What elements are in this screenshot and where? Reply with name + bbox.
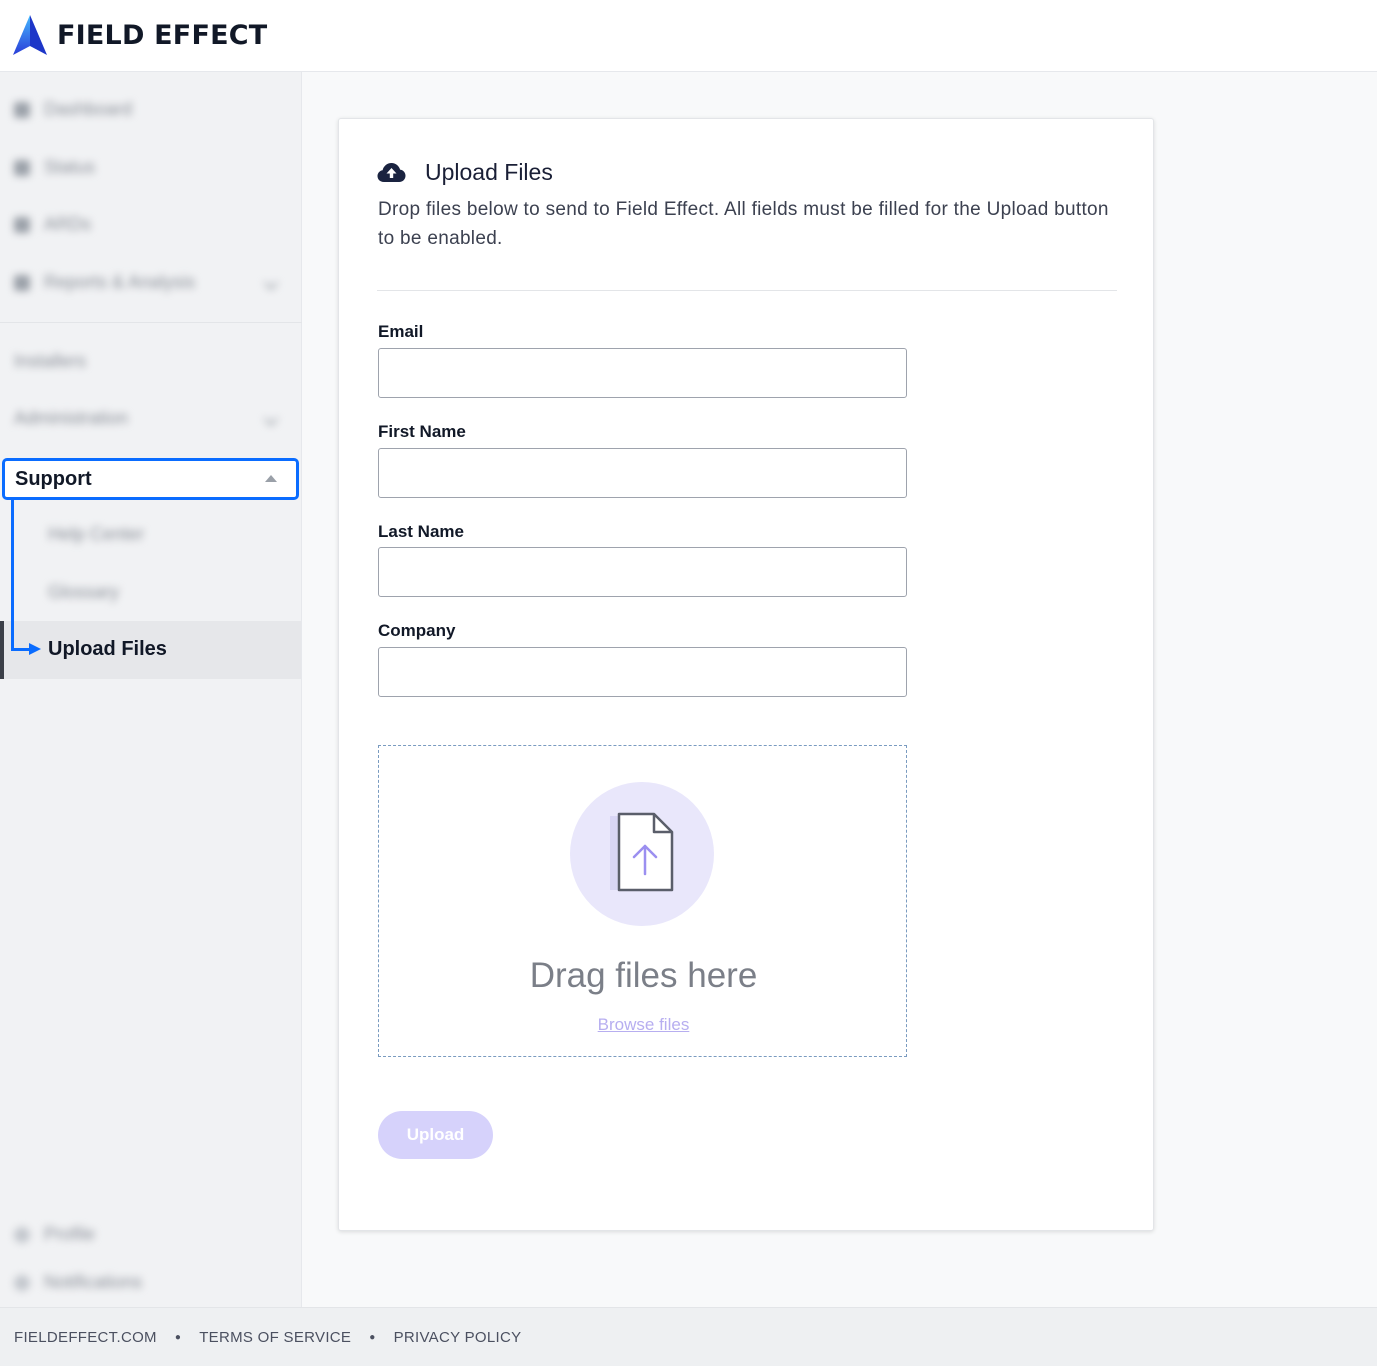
sidebar-item-support[interactable]: Support bbox=[2, 458, 299, 500]
logo-text: FIELD EFFECT bbox=[57, 20, 268, 51]
sidebar-item-status[interactable]: Status bbox=[14, 157, 95, 178]
sidebar-item-label: Dashboard bbox=[44, 99, 133, 119]
sidebar-item-label: Upload Files bbox=[48, 638, 167, 660]
separator-dot: ● bbox=[369, 1331, 376, 1343]
company-label: Company bbox=[378, 621, 456, 640]
email-field[interactable] bbox=[378, 348, 907, 398]
file-dropzone[interactable]: Drag files here Browse files bbox=[378, 745, 907, 1057]
card-header: Upload Files bbox=[377, 159, 553, 186]
sidebar: Dashboard Status ARDs Reports & Analysis… bbox=[0, 72, 302, 1307]
sidebar-item-label: ARDs bbox=[44, 214, 92, 234]
sidebar-item-label: Support bbox=[15, 467, 92, 490]
first-name-label: First Name bbox=[378, 422, 466, 441]
sidebar-item-profile[interactable]: Profile bbox=[14, 1224, 95, 1245]
dropzone-text: Drag files here bbox=[529, 956, 758, 995]
sidebar-item-ards[interactable]: ARDs bbox=[14, 214, 91, 235]
sidebar-item-label: Help Center bbox=[48, 524, 145, 544]
sidebar-item-upload-files[interactable]: Upload Files bbox=[0, 621, 301, 679]
sidebar-item-administration[interactable]: Administration bbox=[14, 408, 279, 429]
sidebar-divider bbox=[0, 322, 302, 323]
file-upload-icon bbox=[610, 812, 674, 892]
upload-button[interactable]: Upload bbox=[378, 1111, 493, 1159]
arrow-right-icon bbox=[29, 643, 41, 655]
sidebar-item-label: Profile bbox=[44, 1224, 96, 1244]
sidebar-item-glossary[interactable]: Glossary bbox=[48, 582, 119, 603]
profile-icon bbox=[14, 1226, 30, 1243]
card-description: Drop files below to send to Field Effect… bbox=[378, 199, 1109, 249]
chevron-down-icon bbox=[263, 275, 279, 290]
sidebar-item-label: Status bbox=[44, 157, 96, 177]
browse-files-link[interactable]: Browse files bbox=[379, 1015, 908, 1035]
sidebar-item-notifications[interactable]: Notifications bbox=[14, 1272, 142, 1293]
chevron-down-icon bbox=[263, 411, 279, 426]
highlight-connector bbox=[11, 500, 14, 651]
sidebar-item-label: Installers bbox=[14, 351, 87, 371]
last-name-field[interactable] bbox=[378, 547, 907, 597]
cloud-upload-icon bbox=[377, 163, 406, 182]
caret-up-icon bbox=[265, 475, 277, 482]
dropzone-illustration bbox=[570, 782, 714, 926]
status-icon bbox=[14, 159, 30, 176]
sidebar-item-label: Administration bbox=[14, 408, 129, 428]
reports-icon bbox=[14, 274, 30, 291]
footer: FIELDEFFECT.COM ● TERMS OF SERVICE ● PRI… bbox=[0, 1307, 1377, 1366]
upload-files-card: Upload Files Drop files below to send to… bbox=[338, 118, 1154, 1231]
sidebar-item-help-center[interactable]: Help Center bbox=[48, 524, 144, 545]
page-title: Upload Files bbox=[425, 159, 553, 185]
sidebar-item-label: Notifications bbox=[44, 1272, 143, 1292]
separator-dot: ● bbox=[174, 1331, 182, 1343]
first-name-field[interactable] bbox=[378, 448, 907, 498]
sidebar-item-label: Glossary bbox=[48, 582, 120, 602]
logo[interactable]: FIELD EFFECT bbox=[13, 15, 267, 56]
sidebar-item-dashboard[interactable]: Dashboard bbox=[14, 99, 132, 120]
footer-link-terms[interactable]: TERMS OF SERVICE bbox=[199, 1329, 351, 1346]
footer-link-privacy[interactable]: PRIVACY POLICY bbox=[394, 1329, 522, 1346]
last-name-label: Last Name bbox=[378, 522, 464, 541]
email-label: Email bbox=[378, 322, 424, 341]
dashboard-icon bbox=[14, 101, 30, 118]
bell-icon bbox=[14, 1274, 30, 1291]
sidebar-item-reports[interactable]: Reports & Analysis bbox=[14, 272, 279, 293]
sidebar-item-installers[interactable]: Installers bbox=[14, 351, 86, 372]
ards-icon bbox=[14, 216, 30, 233]
divider bbox=[377, 290, 1117, 291]
company-field[interactable] bbox=[378, 647, 907, 697]
footer-link-fieldeffect[interactable]: FIELDEFFECT.COM bbox=[14, 1329, 157, 1346]
highlight-connector bbox=[11, 648, 31, 651]
sidebar-item-label: Reports & Analysis bbox=[44, 272, 196, 292]
top-bar: FIELD EFFECT bbox=[0, 0, 1377, 72]
field-effect-logo-icon bbox=[13, 15, 47, 55]
